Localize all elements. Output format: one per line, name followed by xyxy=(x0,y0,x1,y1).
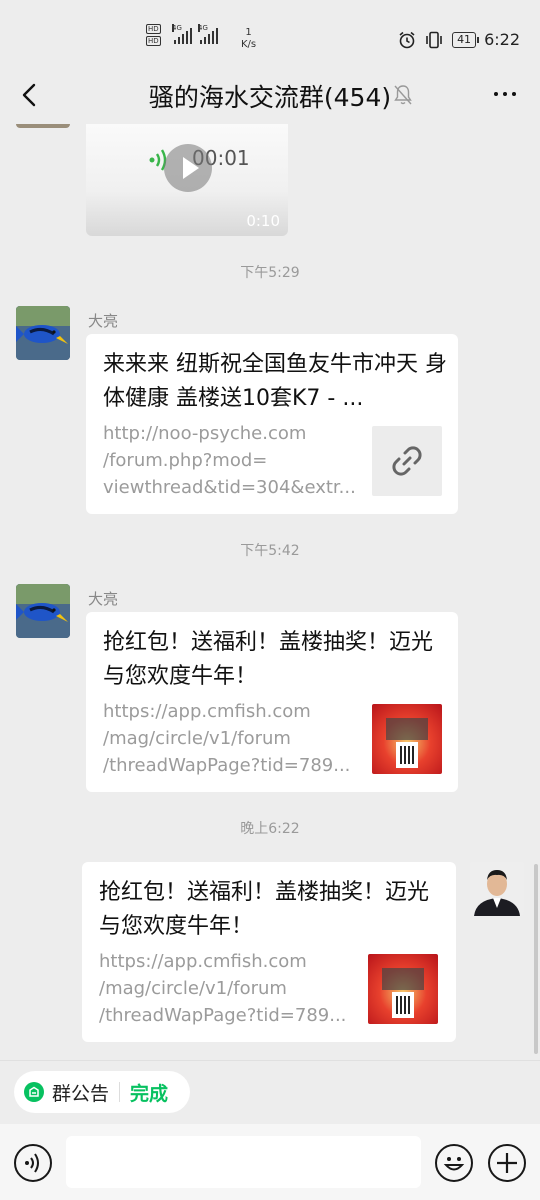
link-url-line: /threadWapPage?tid=789... xyxy=(103,755,351,776)
chat-title: 骚的海水交流群(454) xyxy=(148,83,392,112)
link-title: 抢红包！送福利！盖楼抽奖！迈光与您欢度牛年！ xyxy=(99,880,430,939)
scrollbar[interactable] xyxy=(534,864,538,1054)
alarm-icon xyxy=(399,31,415,48)
avatar[interactable] xyxy=(470,862,524,916)
fish-avatar-icon xyxy=(16,306,70,360)
chat-header: 骚的海水交流群(454) xyxy=(0,68,540,124)
link-card[interactable]: 抢红包！送福利！盖楼抽奖！迈光与您欢度牛年！ https://app.cmfis… xyxy=(86,612,458,792)
link-url-line: https://app.cmfish.com xyxy=(103,701,311,722)
status-right: 41 6:22 xyxy=(398,30,520,49)
link-url-line: /mag/circle/v1/forum xyxy=(99,978,287,999)
link-thumbnail xyxy=(372,426,442,496)
link-title: 抢红包！送福利！盖楼抽奖！迈光与您欢度牛年！ xyxy=(103,630,434,689)
emoji-icon xyxy=(443,1157,465,1171)
more-actions-button[interactable] xyxy=(488,1144,526,1182)
timestamp: 下午5:29 xyxy=(240,265,300,281)
signal-2-icon: 4G xyxy=(198,24,218,44)
hd-indicators: HD HD xyxy=(146,24,161,48)
vibrate-icon xyxy=(426,31,442,48)
link-url-line: /mag/circle/v1/forum xyxy=(103,728,291,749)
link-url-line: viewthread&tid=304&extr... xyxy=(103,477,356,498)
link-url-line: http://noo-psyche.com xyxy=(103,423,307,444)
link-url-line: /forum.php?mod= xyxy=(103,450,268,471)
divider xyxy=(119,1082,121,1102)
signal-1-icon: 4G xyxy=(172,24,192,44)
red-envelope-thumbnail xyxy=(368,954,438,1024)
hd-badge-2: HD xyxy=(146,36,161,46)
plus-icon xyxy=(497,1153,517,1173)
video-duration: 0:10 xyxy=(246,212,280,230)
net-type-1: 4G xyxy=(172,24,182,32)
battery-icon: 41 xyxy=(452,31,480,48)
avatar[interactable] xyxy=(16,124,70,128)
voice-icon xyxy=(25,1153,39,1173)
timestamp: 下午5:42 xyxy=(240,543,300,559)
more-options-button[interactable] xyxy=(494,92,516,96)
group-notice-bar: 群公告 完成 xyxy=(0,1060,540,1124)
sender-name: 大亮 xyxy=(88,312,119,330)
message-input[interactable] xyxy=(66,1136,421,1188)
speed-value: 1 xyxy=(245,27,252,38)
network-speed: 1 K/s xyxy=(241,27,256,51)
message-list[interactable]: 00:01 0:10 下午5:29 大亮 来来来 纽斯祝全国鱼友牛市冲天 身体健… xyxy=(0,124,540,1060)
link-title: 来来来 纽斯祝全国鱼友牛市冲天 身体健康 盖楼送10套K7 - ... xyxy=(103,352,447,411)
status-bar: HD HD 4G 4G 1 K/s 41 6:22 xyxy=(0,0,540,68)
group-notice-chip[interactable]: 群公告 完成 xyxy=(14,1071,190,1113)
hd-badge-1: HD xyxy=(146,24,161,34)
link-url-line: /threadWapPage?tid=789... xyxy=(99,1005,347,1026)
avatar[interactable] xyxy=(16,306,70,360)
notice-icon xyxy=(24,1082,44,1102)
link-card[interactable]: 抢红包！送福利！盖楼抽奖！迈光与您欢度牛年！ https://app.cmfis… xyxy=(82,862,456,1042)
play-icon[interactable] xyxy=(164,144,212,192)
person-avatar-icon xyxy=(470,862,524,916)
net-type-2: 4G xyxy=(198,24,208,32)
red-envelope-thumbnail xyxy=(372,704,442,774)
link-url: https://app.cmfish.com /mag/circle/v1/fo… xyxy=(99,948,359,1029)
input-bar xyxy=(0,1124,540,1200)
notice-label: 群公告 xyxy=(52,1082,110,1105)
link-url-line: https://app.cmfish.com xyxy=(99,951,307,972)
voice-input-button[interactable] xyxy=(14,1144,52,1182)
timestamp: 晚上6:22 xyxy=(240,821,300,837)
done-button[interactable]: 完成 xyxy=(130,1079,168,1106)
avatar[interactable] xyxy=(16,584,70,638)
link-icon xyxy=(392,446,422,476)
clock: 6:22 xyxy=(484,30,520,49)
sender-name: 大亮 xyxy=(88,590,119,608)
video-message[interactable]: 00:01 0:10 xyxy=(86,124,288,236)
link-url: https://app.cmfish.com /mag/circle/v1/fo… xyxy=(103,698,363,779)
mute-bell-icon xyxy=(394,85,412,105)
link-url: http://noo-psyche.com /forum.php?mod= vi… xyxy=(103,420,363,501)
signal-icons: 4G 4G xyxy=(172,24,218,44)
speed-unit: K/s xyxy=(241,39,257,50)
fish-avatar-icon xyxy=(16,584,70,638)
emoji-button[interactable] xyxy=(435,1144,473,1182)
link-card[interactable]: 来来来 纽斯祝全国鱼友牛市冲天 身体健康 盖楼送10套K7 - ... http… xyxy=(86,334,458,514)
